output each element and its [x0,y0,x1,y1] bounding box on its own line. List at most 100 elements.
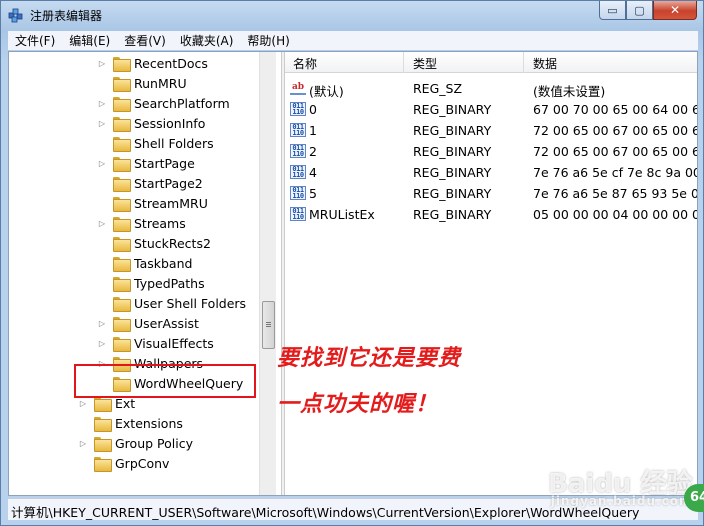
value-data: 05 00 00 00 04 00 00 00 03 00 [533,207,697,222]
window-title: 注册表编辑器 [30,9,103,23]
tree-item-label: Taskband [134,255,193,271]
tree-item[interactable]: StartPage2 [97,173,203,193]
tree-item[interactable]: RunMRU [97,73,187,93]
value-type: REG_BINARY [413,186,492,201]
value-type: REG_BINARY [413,102,492,117]
list-row[interactable]: 011 110 0 REG_BINARY 67 00 70 00 65 00 64 00… [285,99,697,120]
binary-value-icon: 011 110 [290,144,306,158]
tree-item[interactable]: Shell Folders [97,133,214,153]
tree-item-label: TypedPaths [134,275,205,291]
expand-arrow-icon[interactable]: ▷ [78,399,88,408]
binary-value-icon: 011 110 [290,123,306,137]
list-row[interactable]: ab (默认) REG_SZ (数值未设置) [285,78,697,99]
value-name: 2 [309,144,317,159]
scrollbar-thumb[interactable] [262,301,275,349]
expand-arrow-icon[interactable]: ▷ [97,59,107,68]
tree-item[interactable]: ▷ Streams [97,213,186,233]
tree-item[interactable]: ▷ Group Policy [78,433,193,453]
tree-item[interactable]: StuckRects2 [97,233,211,253]
expand-arrow-icon[interactable]: ▷ [78,439,88,448]
expand-arrow-icon[interactable]: ▷ [97,319,107,328]
expand-arrow-icon[interactable]: ▷ [97,119,107,128]
tree-scrollbar[interactable] [259,52,276,495]
window-controls: ▭ ▢ ✕ [599,1,697,21]
binary-value-icon: 011 110 [290,165,306,179]
tree-item-label: Streams [134,215,186,231]
menu-file[interactable]: 文件(F) [8,32,62,49]
highlight-box [74,364,256,398]
tree-item[interactable]: Extensions [78,413,183,433]
menu-view[interactable]: 查看(V) [117,32,173,49]
menu-bar: 文件(F) 编辑(E) 查看(V) 收藏夹(A) 帮助(H) [8,31,698,50]
folder-icon [113,116,131,132]
folder-icon [113,236,131,252]
folder-icon [113,76,131,92]
tree-item-label: StuckRects2 [134,235,211,251]
menu-help[interactable]: 帮助(H) [240,32,296,49]
tree-item[interactable]: Taskband [97,253,192,273]
column-header-name[interactable]: 名称 [293,55,317,72]
tree-item[interactable]: User Shell Folders [97,293,246,313]
status-path: 计算机\HKEY_CURRENT_USER\Software\Microsoft… [11,505,640,520]
list-row[interactable]: 011 110 5 REG_BINARY 7e 76 a6 5e 87 65 93 5e… [285,183,697,204]
folder-icon [94,456,112,472]
binary-value-icon: 011 110 [290,186,306,200]
value-type: REG_BINARY [413,207,492,222]
folder-icon [113,176,131,192]
menu-favorites[interactable]: 收藏夹(A) [173,32,241,49]
value-type: REG_SZ [413,81,463,96]
value-data: 72 00 65 00 67 00 65 00 64 00 [533,144,697,159]
registry-editor-window: 注册表编辑器 ▭ ▢ ✕ 文件(F) 编辑(E) 查看(V) 收藏夹(A) 帮助… [0,0,704,526]
folder-icon [94,416,112,432]
folder-icon [113,336,131,352]
folder-icon [113,136,131,152]
tree-item[interactable]: ▷ VisualEffects [97,333,214,353]
tree-item[interactable]: StreamMRU [97,193,208,213]
value-type: REG_BINARY [413,123,492,138]
tree-item[interactable]: GrpConv [78,453,169,473]
list-header: 名称 类型 数据 [285,52,697,73]
folder-icon [113,196,131,212]
tree-item[interactable]: ▷ SearchPlatform [97,93,230,113]
expand-arrow-icon[interactable]: ▷ [97,339,107,348]
tree-item[interactable]: ▷ RecentDocs [97,53,208,73]
folder-icon [94,436,112,452]
menu-edit[interactable]: 编辑(E) [62,32,117,49]
client-area: GrpConv ▷ Group Policy Extensions ▷ Ext WordWh… [8,51,698,496]
registry-key-tree[interactable]: GrpConv ▷ Group Policy Extensions ▷ Ext WordWh… [9,52,281,495]
close-button[interactable]: ✕ [653,1,697,20]
tree-item-label: Group Policy [115,435,193,451]
column-header-type[interactable]: 类型 [413,55,437,72]
list-row[interactable]: 011 110 MRUListEx REG_BINARY 05 00 00 00 04 … [285,204,697,225]
value-type: REG_BINARY [413,165,492,180]
value-name: 1 [309,123,317,138]
column-header-data[interactable]: 数据 [533,55,557,72]
expand-arrow-icon[interactable]: ▷ [97,159,107,168]
baidu-watermark: Baidu 经验 jingyan.baidu.com [548,463,692,508]
annotation-line-2: 一点功夫的喔！ [277,392,439,417]
tree-item[interactable]: ▷ SessionInfo [97,113,205,133]
tree-item-label: RunMRU [134,75,187,91]
tree-item[interactable]: ▷ StartPage [97,153,195,173]
tree-item-label: StreamMRU [134,195,208,211]
annotation-line-1: 要找到它还是要费 [277,346,462,371]
list-row[interactable]: 011 110 1 REG_BINARY 72 00 65 00 67 00 65 00… [285,120,697,141]
tree-item[interactable]: TypedPaths [97,273,205,293]
close-icon: ✕ [669,3,681,17]
expand-arrow-icon[interactable]: ▷ [97,219,107,228]
list-row[interactable]: 011 110 4 REG_BINARY 7e 76 a6 5e cf 7e 8c 9a… [285,162,697,183]
title-bar[interactable]: 注册表编辑器 ▭ ▢ ✕ [1,1,703,29]
expand-arrow-icon[interactable]: ▷ [97,99,107,108]
list-row[interactable]: 011 110 2 REG_BINARY 72 00 65 00 67 00 65 00… [285,141,697,162]
maximize-button[interactable]: ▢ [626,1,653,20]
tree-item-label: UserAssist [134,315,199,331]
registry-value-list[interactable]: 名称 类型 数据 ab (默认) REG_SZ (数值未设置) 011 110 0 REG_B… [285,52,697,495]
folder-icon [113,276,131,292]
folder-icon [113,56,131,72]
folder-icon [113,216,131,232]
folder-icon [113,96,131,112]
value-data: 7e 76 a6 5e cf 7e 8c 9a 00 00 [533,165,697,180]
value-data: 7e 76 a6 5e 87 65 93 5e 00 00 [533,186,697,201]
tree-item[interactable]: ▷ UserAssist [97,313,199,333]
minimize-button[interactable]: ▭ [599,1,626,20]
